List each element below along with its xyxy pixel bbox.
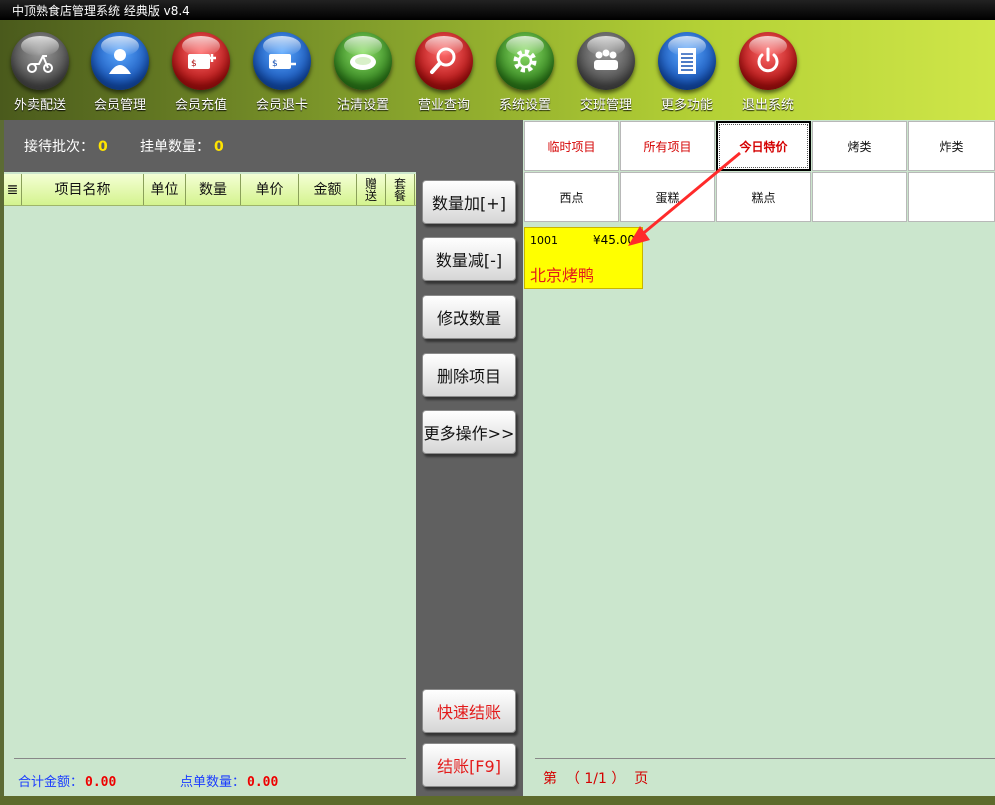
sellout-settings-button[interactable]: 沽清设置 — [327, 32, 399, 118]
category-western-pastry[interactable]: 西点 — [524, 172, 619, 222]
category-empty-2[interactable] — [908, 172, 995, 222]
waiting-batches: 接待批次： 0 — [24, 139, 108, 155]
card-remove-icon: $ — [269, 54, 296, 69]
more-functions-button[interactable]: 更多功能 — [651, 32, 723, 118]
main-toolbar: 外卖配送 会员管理 $ 会员充值 $ 会员退卡 沽清设置 营业查询 系统设置 交… — [0, 20, 995, 120]
column-set-meal[interactable]: 套餐 — [386, 174, 415, 205]
order-table-header: ≣ 项目名称 单位 数量 单价 金额 赠送 套餐 — [4, 174, 416, 206]
more-operations-button[interactable]: 更多操作>> — [422, 410, 516, 454]
checkout-button[interactable]: 结账[F9] — [422, 743, 516, 787]
quantity-subtract-button[interactable]: 数量减[-] — [422, 237, 516, 281]
pending-orders: 挂单数量： 0 — [140, 139, 224, 155]
quantity-add-button[interactable]: 数量加[+] — [422, 180, 516, 224]
list-icon — [678, 48, 696, 74]
search-icon — [430, 47, 456, 74]
exit-system-button[interactable]: 退出系统 — [732, 32, 804, 118]
card-add-icon: $ — [188, 54, 216, 69]
column-menu-icon[interactable]: ≣ — [4, 174, 22, 205]
menu-panel: 临时项目 所有项目 今日特价 烤类 炸类 西点 蛋糕 糕点 1001 ¥45.0… — [523, 120, 995, 796]
column-amount[interactable]: 金额 — [299, 174, 357, 205]
column-gift[interactable]: 赠送 — [357, 174, 386, 205]
item-price: ¥45.00 — [593, 233, 635, 247]
title-bar: 中顶熟食店管理系统 经典版 v8.4 — [0, 0, 995, 20]
bottom-border — [0, 796, 995, 805]
order-count: 点单数量： 0.00 — [180, 775, 279, 790]
quick-checkout-button[interactable]: 快速结账 — [422, 689, 516, 733]
pagination-bar: 第 （ 1/1 ） 页 — [535, 758, 995, 796]
column-unit[interactable]: 单位 — [144, 174, 186, 205]
column-quantity[interactable]: 数量 — [186, 174, 241, 205]
category-all[interactable]: 所有项目 — [620, 121, 715, 171]
power-icon — [757, 47, 779, 73]
delivery-button[interactable]: 外卖配送 — [4, 32, 76, 118]
svg-text:$: $ — [272, 59, 278, 69]
category-today-special[interactable]: 今日特价 — [716, 121, 811, 171]
plate-icon — [350, 54, 376, 70]
member-management-button[interactable]: 会员管理 — [84, 32, 156, 118]
menu-item-card[interactable]: 1001 ¥45.00 北京烤鸭 — [524, 227, 643, 289]
system-settings-button[interactable]: 系统设置 — [489, 32, 561, 118]
item-code: 1001 — [530, 234, 558, 247]
item-name: 北京烤鸭 — [530, 266, 595, 285]
total-amount: 合计金额： 0.00 — [18, 775, 117, 790]
gear-icon — [513, 49, 537, 73]
page-indicator: 第 （ 1/1 ） 页 — [543, 771, 649, 787]
team-icon — [594, 49, 618, 70]
column-item-name[interactable]: 项目名称 — [22, 174, 144, 205]
business-query-button[interactable]: 营业查询 — [408, 32, 480, 118]
column-unit-price[interactable]: 单价 — [241, 174, 299, 205]
category-pastry[interactable]: 糕点 — [716, 172, 811, 222]
member-card-return-button[interactable]: $ 会员退卡 — [246, 32, 318, 118]
user-icon — [109, 49, 131, 74]
member-recharge-button[interactable]: $ 会员充值 — [165, 32, 237, 118]
action-panel: 数量加[+] 数量减[-] 修改数量 删除项目 更多操作>> 快速结账 结账[F… — [416, 120, 523, 796]
order-panel: 接待批次： 0 挂单数量： 0 ≣ 项目名称 单位 数量 单价 金额 赠送 套餐 合… — [4, 120, 416, 796]
shift-management-button[interactable]: 交班管理 — [570, 32, 642, 118]
delete-item-button[interactable]: 删除项目 — [422, 353, 516, 397]
category-roast[interactable]: 烤类 — [812, 121, 907, 171]
category-empty-1[interactable] — [812, 172, 907, 222]
category-temporary[interactable]: 临时项目 — [524, 121, 619, 171]
svg-text:$: $ — [191, 59, 197, 69]
order-summary: 合计金额： 0.00 点单数量： 0.00 — [14, 758, 406, 796]
window-title: 中顶熟食店管理系统 经典版 v8.4 — [12, 4, 190, 18]
order-status-header: 接待批次： 0 挂单数量： 0 — [4, 120, 416, 172]
category-cake[interactable]: 蛋糕 — [620, 172, 715, 222]
scooter-icon — [27, 55, 53, 73]
category-fried[interactable]: 炸类 — [908, 121, 995, 171]
edit-quantity-button[interactable]: 修改数量 — [422, 295, 516, 339]
